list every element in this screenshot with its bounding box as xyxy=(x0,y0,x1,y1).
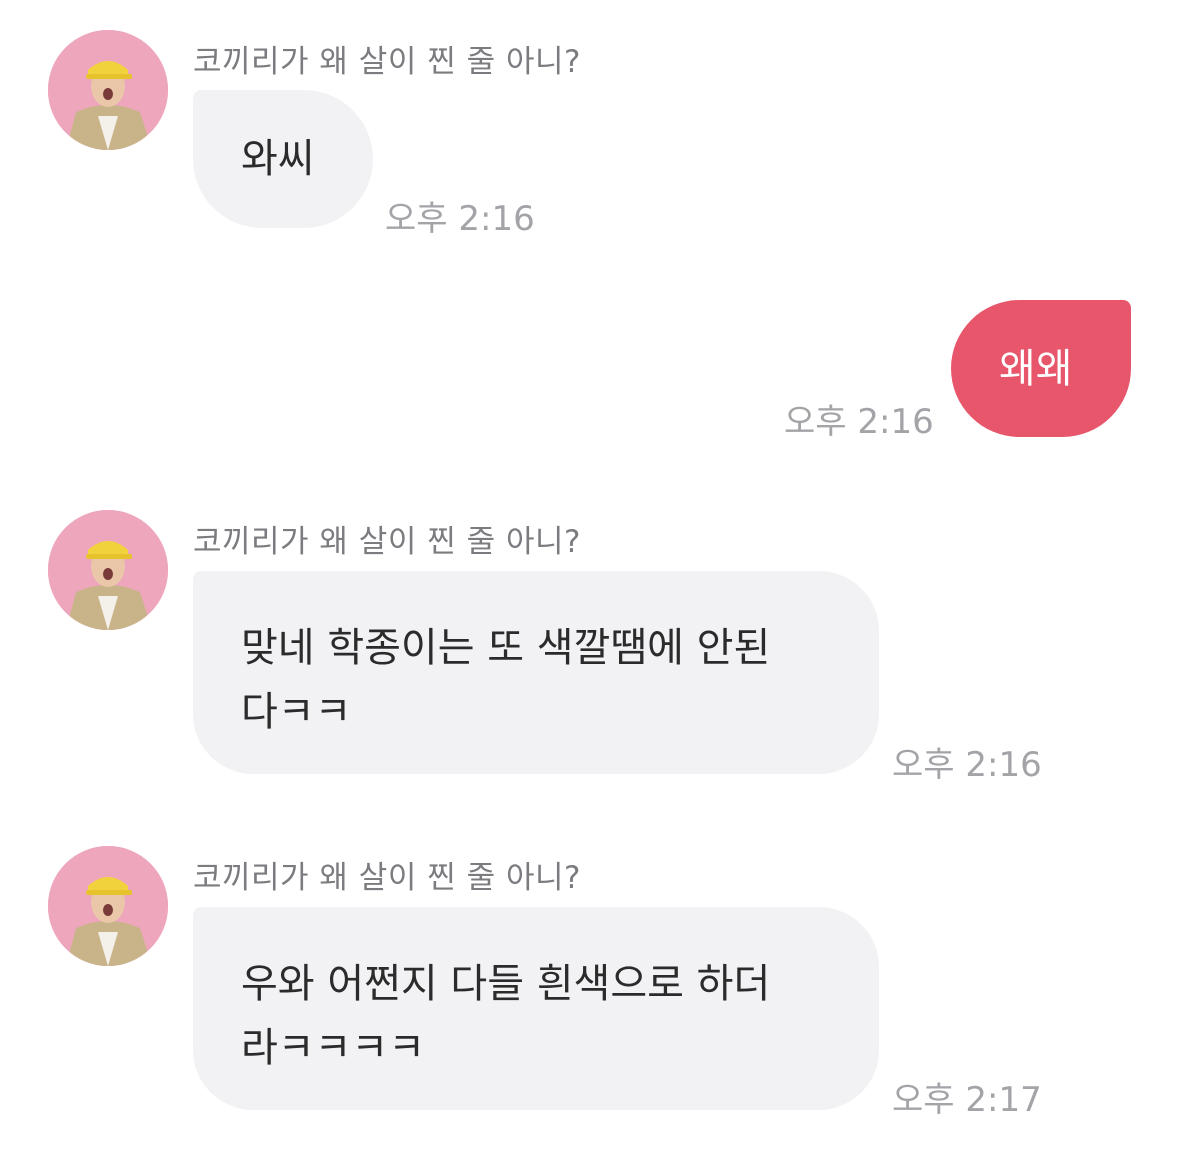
message-bubble-incoming[interactable]: 우와 어쩐지 다들 흰색으로 하더 라ㅋㅋㅋㅋ xyxy=(193,907,879,1110)
sender-avatar[interactable] xyxy=(48,30,168,150)
message-text: 와씨 xyxy=(241,136,315,182)
message-timestamp: 오후 2:16 xyxy=(784,402,934,442)
sender-avatar[interactable] xyxy=(48,510,168,630)
message-timestamp: 오후 2:16 xyxy=(385,199,535,239)
sender-name: 코끼리가 왜 살이 찐 줄 아니? xyxy=(193,860,581,896)
message-bubble-incoming[interactable]: 와씨 xyxy=(193,90,373,228)
avatar-photo-icon xyxy=(48,30,168,150)
message-timestamp: 오후 2:17 xyxy=(892,1080,1042,1120)
message-text: 왜왜 xyxy=(999,346,1073,392)
sender-name: 코끼리가 왜 살이 찐 줄 아니? xyxy=(193,524,581,560)
message-bubble-incoming[interactable]: 맞네 학종이는 또 색깔땜에 안된 다ㅋㅋ xyxy=(193,571,879,774)
sender-avatar[interactable] xyxy=(48,846,168,966)
message-timestamp: 오후 2:16 xyxy=(892,745,1042,785)
message-text: 맞네 학종이는 또 색깔땜에 안된 다ㅋㅋ xyxy=(241,625,771,735)
message-text: 우와 어쩐지 다들 흰색으로 하더 라ㅋㅋㅋㅋ xyxy=(241,961,771,1071)
message-bubble-outgoing[interactable]: 왜왜 xyxy=(951,300,1131,437)
sender-name: 코끼리가 왜 살이 찐 줄 아니? xyxy=(193,44,581,80)
avatar-photo-icon xyxy=(48,510,168,630)
avatar-photo-icon xyxy=(48,846,168,966)
